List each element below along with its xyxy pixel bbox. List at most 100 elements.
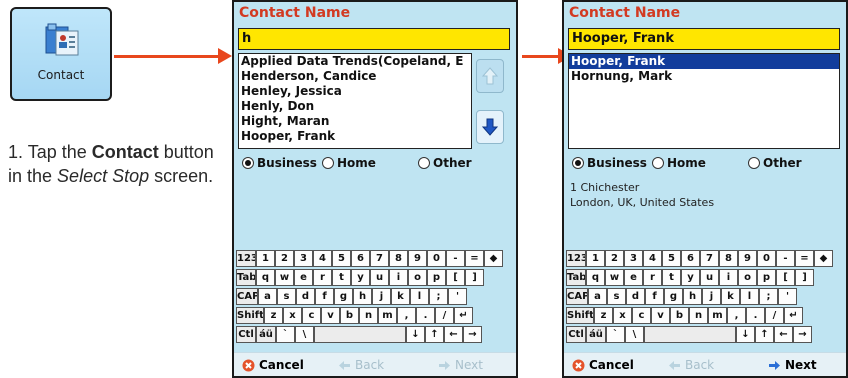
keyboard-key[interactable]: p [757, 269, 776, 286]
keyboard-key[interactable]: k [391, 288, 410, 305]
keyboard-key[interactable]: 2 [275, 250, 294, 267]
keyboard-key[interactable]: 8 [389, 250, 408, 267]
cancel-button[interactable]: Cancel [572, 358, 634, 372]
keyboard-key[interactable]: q [256, 269, 275, 286]
keyboard-key[interactable]: 6 [351, 250, 370, 267]
keyboard-key[interactable]: w [605, 269, 624, 286]
keyboard-key[interactable]: Ctl [566, 326, 586, 343]
list-item[interactable]: Hight, Maran [239, 114, 471, 129]
keyboard-key[interactable]: 3 [624, 250, 643, 267]
keyboard-key[interactable]: 7 [700, 250, 719, 267]
keyboard-key[interactable]: ◆ [484, 250, 503, 267]
keyboard-key[interactable]: t [332, 269, 351, 286]
space-key[interactable] [314, 326, 406, 343]
keyboard-key[interactable]: c [632, 307, 651, 324]
keyboard-key[interactable]: z [594, 307, 613, 324]
keyboard-key[interactable]: l [410, 288, 429, 305]
keyboard-key[interactable]: ↓ [406, 326, 425, 343]
radio-other[interactable]: Other [418, 156, 472, 170]
keyboard-key[interactable]: n [689, 307, 708, 324]
keyboard-key[interactable]: ◆ [814, 250, 833, 267]
keyboard-key[interactable]: ← [444, 326, 463, 343]
keyboard-key[interactable]: j [702, 288, 721, 305]
keyboard-key[interactable]: m [378, 307, 397, 324]
keyboard-key[interactable]: 3 [294, 250, 313, 267]
keyboard-key[interactable]: = [465, 250, 484, 267]
list-item[interactable]: Henly, Don [239, 99, 471, 114]
keyboard-key[interactable]: 0 [757, 250, 776, 267]
keyboard-key[interactable]: \ [295, 326, 314, 343]
keyboard-key[interactable]: 1 [586, 250, 605, 267]
keyboard-key[interactable]: ↵ [784, 307, 803, 324]
next-button[interactable]: Next [438, 358, 483, 372]
keyboard-key[interactable]: 6 [681, 250, 700, 267]
keyboard-key[interactable]: 1 [256, 250, 275, 267]
keyboard-key[interactable]: Shift [566, 307, 594, 324]
keyboard-key[interactable]: , [397, 307, 416, 324]
keyboard-key[interactable]: ↵ [454, 307, 473, 324]
list-item-selected[interactable]: Hooper, Frank [569, 54, 839, 69]
keyboard-key[interactable]: j [372, 288, 391, 305]
contact-list[interactable]: Applied Data Trends(Copeland, E Henderso… [238, 53, 472, 149]
list-item[interactable]: Henderson, Candice [239, 69, 471, 84]
keyboard-key[interactable]: d [296, 288, 315, 305]
keyboard-key[interactable]: . [746, 307, 765, 324]
keyboard-key[interactable]: x [613, 307, 632, 324]
keyboard-key[interactable]: ] [795, 269, 814, 286]
keyboard-key[interactable]: - [446, 250, 465, 267]
keyboard-key[interactable]: a [258, 288, 277, 305]
scroll-up-button[interactable] [476, 59, 504, 93]
keyboard-key[interactable]: 123 [236, 250, 256, 267]
radio-home[interactable]: Home [652, 156, 706, 170]
keyboard-key[interactable]: b [670, 307, 689, 324]
keyboard-key[interactable]: g [664, 288, 683, 305]
keyboard-key[interactable]: 2 [605, 250, 624, 267]
keyboard-key[interactable]: x [283, 307, 302, 324]
keyboard-key[interactable]: [ [446, 269, 465, 286]
keyboard-key[interactable]: r [643, 269, 662, 286]
keyboard-key[interactable]: 9 [738, 250, 757, 267]
keyboard-key[interactable]: d [626, 288, 645, 305]
keyboard-key[interactable]: k [721, 288, 740, 305]
keyboard-key[interactable]: z [264, 307, 283, 324]
keyboard-key[interactable]: w [275, 269, 294, 286]
keyboard-key[interactable]: Tab [566, 269, 586, 286]
keyboard-key[interactable]: b [340, 307, 359, 324]
keyboard-key[interactable]: \ [625, 326, 644, 343]
cancel-button[interactable]: Cancel [242, 358, 304, 372]
contact-name-input[interactable]: Hooper, Frank [568, 28, 840, 50]
keyboard-key[interactable]: Ctl [236, 326, 256, 343]
keyboard-key[interactable]: ' [448, 288, 467, 305]
keyboard-key[interactable]: 5 [662, 250, 681, 267]
keyboard-key[interactable]: 7 [370, 250, 389, 267]
radio-other[interactable]: Other [748, 156, 802, 170]
keyboard-key[interactable]: f [645, 288, 664, 305]
list-item[interactable]: Hornung, Mark [569, 69, 839, 84]
keyboard-key[interactable]: v [651, 307, 670, 324]
list-item[interactable]: Henley, Jessica [239, 84, 471, 99]
keyboard-key[interactable]: [ [776, 269, 795, 286]
keyboard-key[interactable]: a [588, 288, 607, 305]
next-button[interactable]: Next [768, 358, 817, 372]
keyboard-key[interactable]: i [719, 269, 738, 286]
keyboard-key[interactable]: CAP [566, 288, 588, 305]
space-key[interactable] [644, 326, 736, 343]
radio-home[interactable]: Home [322, 156, 376, 170]
radio-business[interactable]: Business [242, 156, 317, 170]
contact-list[interactable]: Hooper, Frank Hornung, Mark [568, 53, 840, 149]
keyboard-key[interactable]: ] [465, 269, 484, 286]
keyboard-key[interactable]: 4 [313, 250, 332, 267]
keyboard-key[interactable]: 123 [566, 250, 586, 267]
keyboard-key[interactable]: → [793, 326, 812, 343]
keyboard-key[interactable]: ↑ [425, 326, 444, 343]
keyboard-key[interactable]: n [359, 307, 378, 324]
keyboard-key[interactable]: ` [606, 326, 625, 343]
keyboard-key[interactable]: 8 [719, 250, 738, 267]
keyboard-key[interactable]: - [776, 250, 795, 267]
keyboard-key[interactable]: → [463, 326, 482, 343]
keyboard-key[interactable]: = [795, 250, 814, 267]
keyboard-key[interactable]: 5 [332, 250, 351, 267]
keyboard-key[interactable]: s [277, 288, 296, 305]
keyboard-key[interactable]: áü [256, 326, 276, 343]
scroll-down-button[interactable] [476, 110, 504, 144]
